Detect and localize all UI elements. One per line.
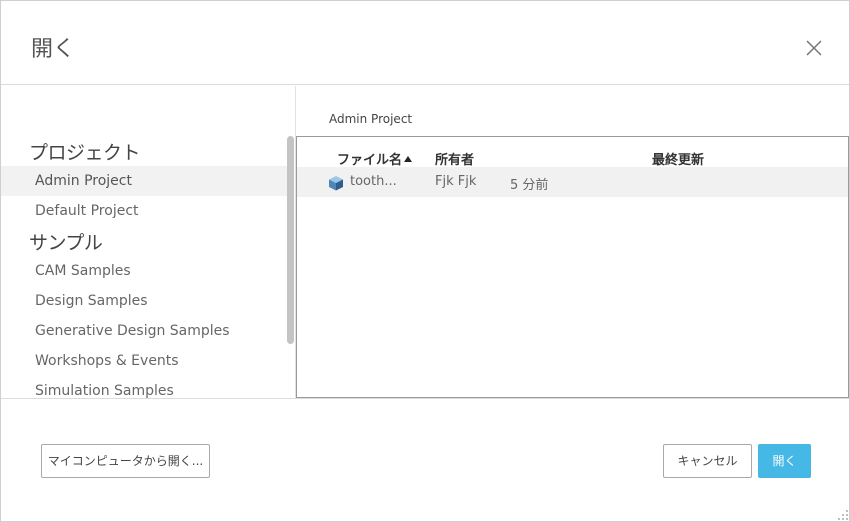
group-heading-projects: プロジェクト — [29, 142, 141, 164]
sidebar-item-generative-design-samples[interactable]: Generative Design Samples — [1, 316, 287, 346]
file-list: ファイル名 所有者 最終更新 tooth... Fjk Fjk 5 分前 — [296, 136, 849, 398]
sidebar-item-design-samples[interactable]: Design Samples — [1, 286, 287, 316]
sidebar-item-workshops-events[interactable]: Workshops & Events — [1, 346, 287, 376]
group-heading-samples: サンプル — [29, 232, 103, 254]
dialog-title: 開く — [31, 37, 76, 62]
open-dialog: 開く プロジェクト Admin Project Default Project … — [0, 0, 850, 522]
sidebar-item-default-project[interactable]: Default Project — [1, 196, 287, 226]
table-row[interactable]: tooth... Fjk Fjk 5 分前 — [297, 167, 848, 197]
sidebar-item-cam-samples[interactable]: CAM Samples — [1, 256, 287, 286]
column-header-owner[interactable]: 所有者 — [435, 149, 474, 168]
resize-grip-icon[interactable] — [837, 509, 849, 521]
footer-divider — [1, 398, 849, 399]
file-name: tooth... — [350, 174, 397, 189]
breadcrumb: Admin Project — [329, 112, 413, 126]
column-header-modified[interactable]: 最終更新 — [652, 149, 704, 168]
dialog-header: 開く — [1, 1, 849, 85]
column-header-name-label: ファイル名 — [337, 153, 403, 168]
sidebar-item-simulation-samples[interactable]: Simulation Samples — [1, 376, 287, 398]
file-owner: Fjk Fjk — [435, 174, 477, 189]
sidebar-item-admin-project[interactable]: Admin Project — [1, 166, 287, 196]
file-browser: Admin Project ファイル名 所有者 最終更新 tooth... Fj… — [296, 86, 849, 398]
close-button[interactable] — [802, 36, 826, 60]
project-sidebar: プロジェクト Admin Project Default Project サンプ… — [1, 86, 296, 398]
file-modified: 5 分前 — [510, 178, 549, 193]
cancel-button[interactable]: キャンセル — [663, 444, 752, 478]
sidebar-scrollbar[interactable] — [287, 136, 294, 344]
open-from-my-computer-button[interactable]: マイコンピュータから開く... — [41, 444, 210, 478]
3d-cube-icon — [329, 176, 343, 191]
column-header-name[interactable]: ファイル名 — [337, 149, 413, 168]
sort-ascending-icon — [404, 156, 413, 162]
open-button[interactable]: 開く — [758, 444, 811, 478]
close-icon — [806, 40, 822, 56]
